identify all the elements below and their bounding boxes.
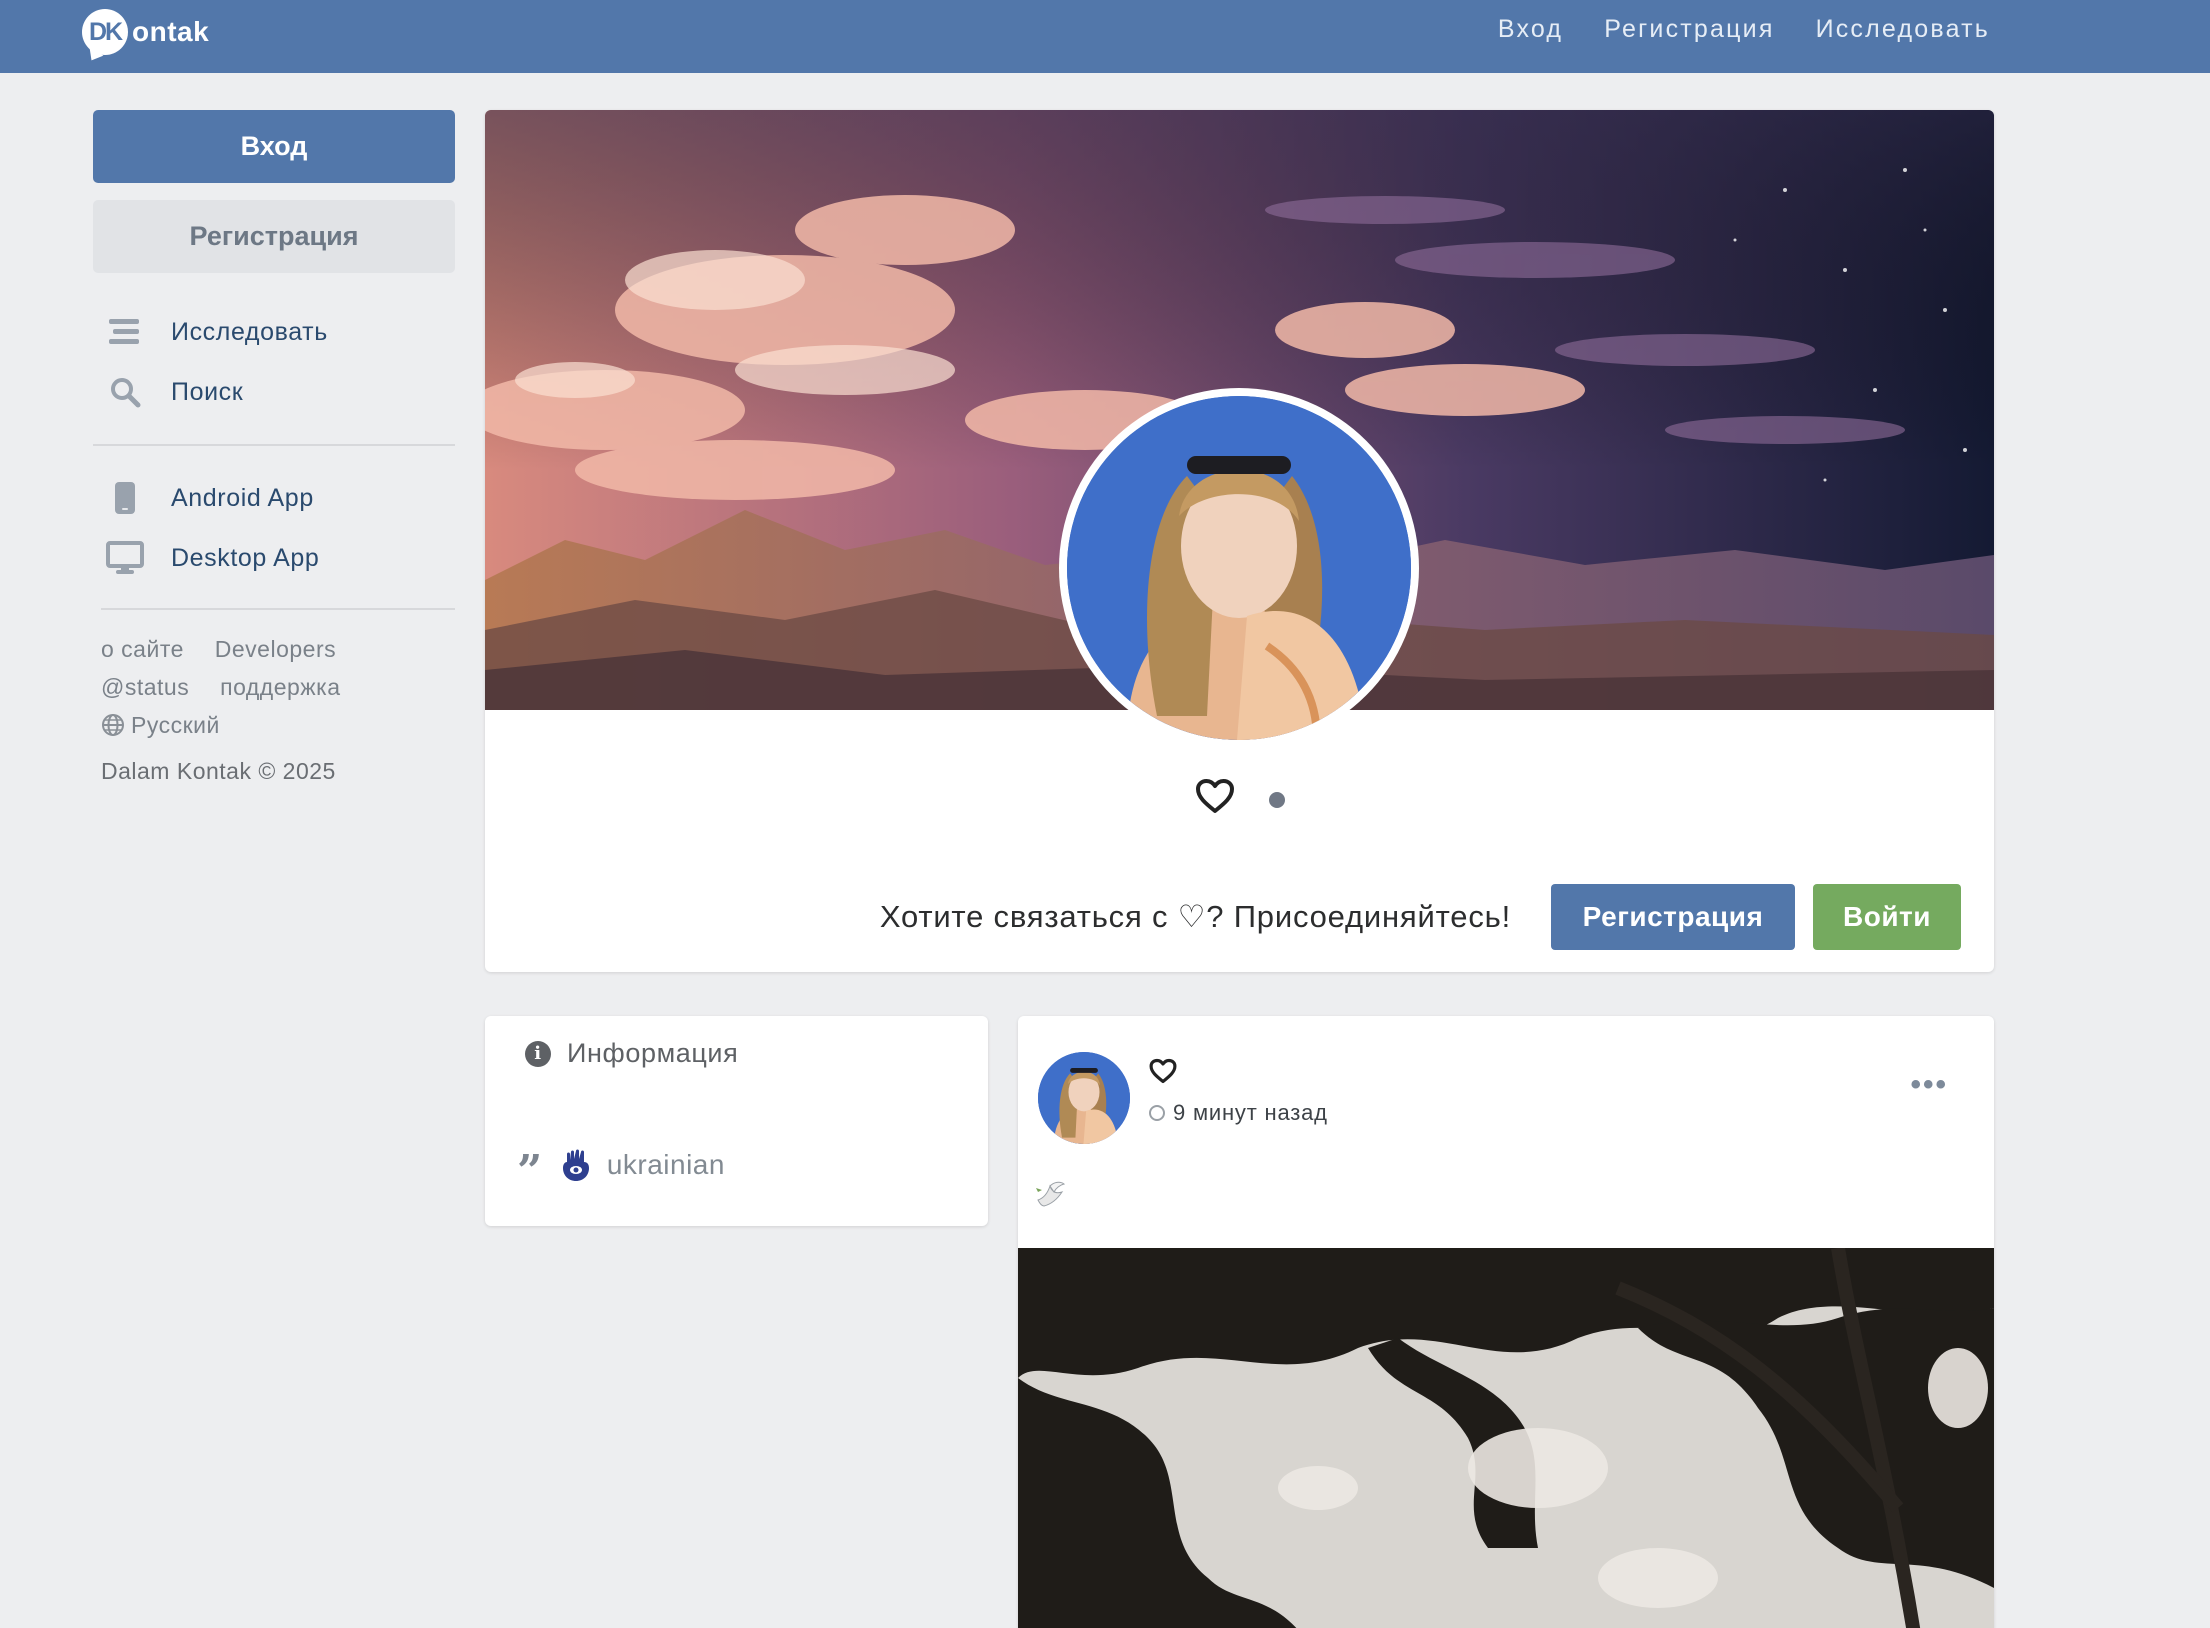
join-prompt: Хотите связаться с ♡? Присоединяйтесь! Р… [880, 884, 1961, 950]
sidebar-divider [101, 608, 455, 610]
register-button[interactable]: Регистрация [1551, 884, 1795, 950]
post-author[interactable] [1149, 1058, 1177, 1089]
logo-badge: DK [82, 9, 128, 55]
search-icon [105, 374, 145, 410]
sidebar-item-explore[interactable]: Исследовать [93, 302, 455, 362]
phone-icon [105, 480, 145, 516]
heart-icon [1195, 779, 1234, 813]
about-link[interactable]: о сайте [101, 636, 184, 662]
avatar-photo [1067, 396, 1411, 740]
copyright: Dalam Kontak © 2025 [101, 758, 336, 784]
profile-avatar[interactable] [1059, 388, 1419, 748]
post-text [1034, 1178, 1070, 1218]
sidebar-divider [93, 444, 455, 446]
sidebar-item-label: Поиск [171, 377, 244, 406]
profile-card: Хотите связаться с ♡? Присоединяйтесь! Р… [485, 110, 1994, 972]
sidebar-item-android[interactable]: Android App [93, 468, 455, 528]
status-link[interactable]: @status [101, 674, 189, 700]
post-photo[interactable] [1018, 1248, 1994, 1628]
sidebar-item-desktop[interactable]: Desktop App [93, 528, 455, 588]
sidebar-item-label: Исследовать [171, 317, 328, 346]
top-bar: DK ontak Вход Регистрация Исследовать [0, 0, 2210, 73]
more-icon[interactable]: ••• [1910, 1068, 1948, 1102]
post-card: 9 минут назад ••• [1018, 1016, 1994, 1628]
dove-icon [1036, 1181, 1066, 1207]
list-icon [105, 314, 145, 350]
monitor-icon [105, 540, 145, 576]
info-quote-row: ” ukrainian [517, 1136, 725, 1194]
language-label: Русский [131, 712, 220, 738]
info-header: i Информация [525, 1038, 738, 1069]
login-button[interactable]: Войти [1813, 884, 1961, 950]
sidebar-item-label: Android App [171, 483, 314, 512]
quote-icon: ” [517, 1146, 543, 1197]
info-title: Информация [567, 1038, 739, 1068]
post-avatar-photo [1038, 1052, 1130, 1144]
top-nav-register[interactable]: Регистрация [1604, 15, 1774, 44]
sidebar-item-search[interactable]: Поиск [93, 362, 455, 422]
globe-icon [102, 714, 124, 736]
sidebar-item-label: Desktop App [171, 543, 320, 572]
logo[interactable]: DK ontak [82, 9, 209, 55]
support-link[interactable]: поддержка [220, 674, 340, 700]
top-nav-explore[interactable]: Исследовать [1816, 15, 1990, 44]
info-card: i Информация ” ukrainian [485, 1016, 988, 1226]
sidebar-footer-links: о сайте Developers @status поддержка Рус… [93, 630, 455, 744]
top-nav-login[interactable]: Вход [1498, 15, 1563, 44]
sidebar-register-button[interactable]: Регистрация [93, 200, 455, 273]
hamsa-icon [562, 1149, 589, 1181]
heart-icon [1149, 1058, 1177, 1084]
sidebar: Вход Регистрация Исследовать Поиск Andro… [93, 110, 455, 785]
top-nav: Вход Регистрация Исследовать [1498, 0, 1990, 58]
logo-text: ontak [132, 16, 210, 47]
online-status-dot [1268, 792, 1285, 808]
post-timestamp[interactable]: 9 минут назад [1149, 1100, 1328, 1126]
post-avatar[interactable] [1038, 1052, 1130, 1144]
join-text: Хотите связаться с ♡? Присоединяйтесь! [879, 899, 1511, 934]
post-time-text: 9 минут назад [1173, 1100, 1328, 1125]
info-quote-text: ukrainian [606, 1149, 725, 1180]
language-selector[interactable]: Русский [101, 706, 455, 744]
clock-icon [1149, 1105, 1165, 1121]
profile-name-row [485, 778, 1994, 814]
sidebar-login-button[interactable]: Вход [93, 110, 455, 183]
developers-link[interactable]: Developers [215, 636, 336, 662]
sidebar-menu: Исследовать Поиск Android App Desktop Ap… [93, 302, 455, 588]
info-icon: i [525, 1040, 551, 1067]
